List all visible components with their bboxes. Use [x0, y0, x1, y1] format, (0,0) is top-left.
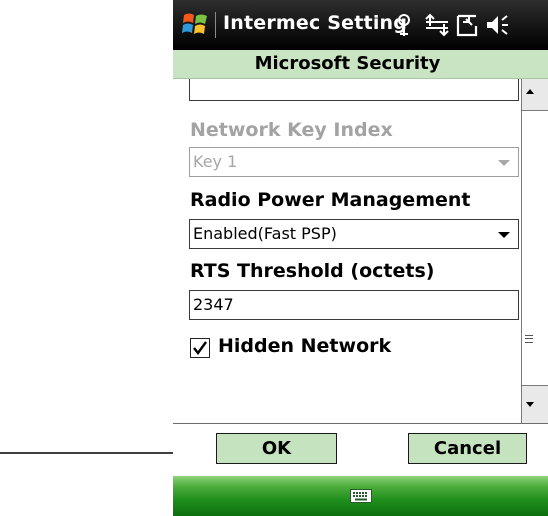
settings-form: Network Key Index Key 1 Radio Power Mana…: [173, 79, 521, 423]
device-screen: Intermec Setting Microsoft Security Netw…: [173, 0, 548, 516]
page-header: Microsoft Security: [173, 50, 548, 79]
scroll-down-button[interactable]: [522, 386, 548, 423]
windows-start-icon[interactable]: [180, 9, 210, 39]
rts-threshold-input[interactable]: 2347: [189, 290, 519, 320]
page-title: Microsoft Security: [254, 53, 441, 74]
rts-threshold-value: 2347: [193, 295, 234, 314]
scroll-up-button[interactable]: [522, 79, 548, 111]
network-key-index-dropdown[interactable]: Key 1: [189, 147, 519, 177]
connection-icon[interactable]: [454, 12, 480, 38]
chevron-down-icon: [498, 160, 510, 166]
volume-icon[interactable]: [484, 12, 510, 38]
hidden-network-label: Hidden Network: [218, 335, 392, 357]
network-key-index-value: Key 1: [193, 152, 238, 171]
network-key-index-label: Network Key Index: [190, 119, 393, 141]
sync-arrows-icon[interactable]: [424, 12, 450, 38]
ok-button[interactable]: OK: [216, 433, 337, 464]
soft-key-menu-bar: [173, 476, 548, 516]
network-key-input[interactable]: [189, 79, 519, 101]
title-bar: Intermec Setting: [173, 0, 548, 50]
radio-power-management-value: Enabled(Fast PSP): [193, 224, 337, 243]
chevron-down-icon: [498, 232, 510, 238]
arrow-up-icon: [526, 89, 534, 94]
vertical-scrollbar[interactable]: [521, 79, 548, 423]
arrow-down-icon: [526, 402, 534, 407]
dialog-button-bar: OK Cancel: [173, 423, 548, 476]
cancel-button[interactable]: Cancel: [408, 433, 527, 464]
title-separator: [215, 12, 216, 38]
keyboard-icon[interactable]: [350, 489, 372, 503]
signal-icon[interactable]: [391, 12, 417, 38]
radio-power-management-dropdown[interactable]: Enabled(Fast PSP): [189, 219, 519, 249]
radio-power-management-label: Radio Power Management: [190, 189, 471, 211]
scroll-thumb[interactable]: [522, 111, 548, 386]
checkmark-icon: [193, 341, 207, 355]
rts-threshold-label: RTS Threshold (octets): [190, 260, 435, 282]
grip-icon: [525, 335, 533, 343]
app-title: Intermec Setting: [223, 12, 408, 34]
hidden-network-checkbox[interactable]: [190, 338, 210, 358]
